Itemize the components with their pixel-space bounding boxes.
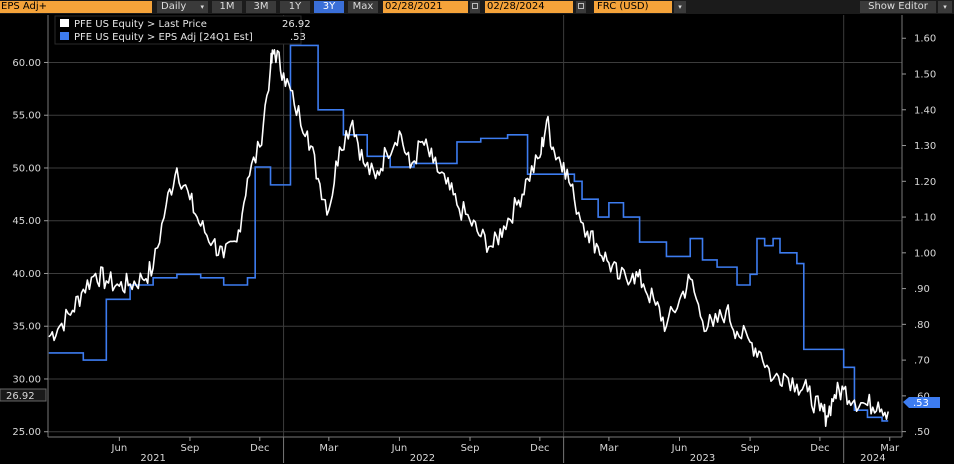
legend-value-price: 26.92 [282,19,311,30]
last-price-flag: 26.92 [0,388,47,402]
x-tick-label: Dec [810,443,829,454]
left-tick-label: 50.00 [12,163,41,174]
x-year-label: 2022 [410,453,435,464]
right-tick-label: .90 [914,284,930,295]
x-tick-label: Jun [671,443,688,454]
chart-grid [48,15,902,437]
eps-series-line [48,44,889,422]
right-tick-label: 1.40 [914,105,936,116]
left-tick-label: 40.00 [12,269,41,280]
right-tick-label: .70 [914,356,930,367]
right-axis: .50.60.70.80.901.001.101.201.301.401.501… [901,15,936,438]
left-tick-label: 60.00 [12,58,41,69]
last-eps-flag: .53 [903,397,940,409]
legend-label-eps: PFE US Equity > EPS Adj [24Q1 Est] [74,32,253,43]
legend-swatch-price [60,19,69,27]
x-tick-label: Mar [319,443,339,454]
x-tick-label: Mar [599,443,619,454]
x-axis: Jun Sep Dec Mar Jun Sep Dec Mar Jun Sep Dec Mar2021… [48,436,902,464]
x-tick-label: Dec [250,443,269,454]
left-tick-label: 45.00 [12,216,41,227]
left-tick-label: 25.00 [12,427,41,438]
right-tick-label: 1.20 [914,177,936,188]
last-price-label: 26.92 [6,391,35,402]
right-tick-label: 1.00 [914,248,936,259]
legend-value-eps: .53 [290,32,306,43]
x-tick-label: Dec [530,443,549,454]
x-tick-label: Jun [391,443,408,454]
x-tick-label: Jun [111,443,128,454]
right-tick-label: 1.30 [914,141,936,152]
left-axis: 25.00 30.00 35.00 40.00 45.00 50.00 55.00 60.00 [12,15,49,438]
right-tick-label: 1.60 [914,34,936,45]
x-year-label: 2021 [140,453,165,464]
left-tick-label: 30.00 [12,374,41,385]
right-tick-label: 1.50 [914,70,936,81]
right-tick-label: .80 [914,320,930,331]
left-tick-label: 55.00 [12,111,41,122]
right-tick-label: 1.10 [914,213,936,224]
x-tick-label: Sep [741,443,760,454]
series-layer [48,44,889,427]
legend: PFE US Equity > Last Price 26.92 PFE US … [54,15,311,45]
price-eps-chart[interactable]: Jun Sep Dec Mar Jun Sep Dec Mar Jun Sep Dec Mar2021… [0,0,954,464]
right-tick-label: .50 [914,427,930,438]
legend-swatch-eps [60,32,69,40]
x-year-label: 2024 [860,453,885,464]
x-tick-label: Sep [181,443,200,454]
x-year-label: 2023 [690,453,715,464]
x-tick-label: Sep [461,443,480,454]
legend-label-price: PFE US Equity > Last Price [74,19,207,30]
left-tick-label: 35.00 [12,322,41,333]
last-eps-label: .53 [913,398,929,409]
